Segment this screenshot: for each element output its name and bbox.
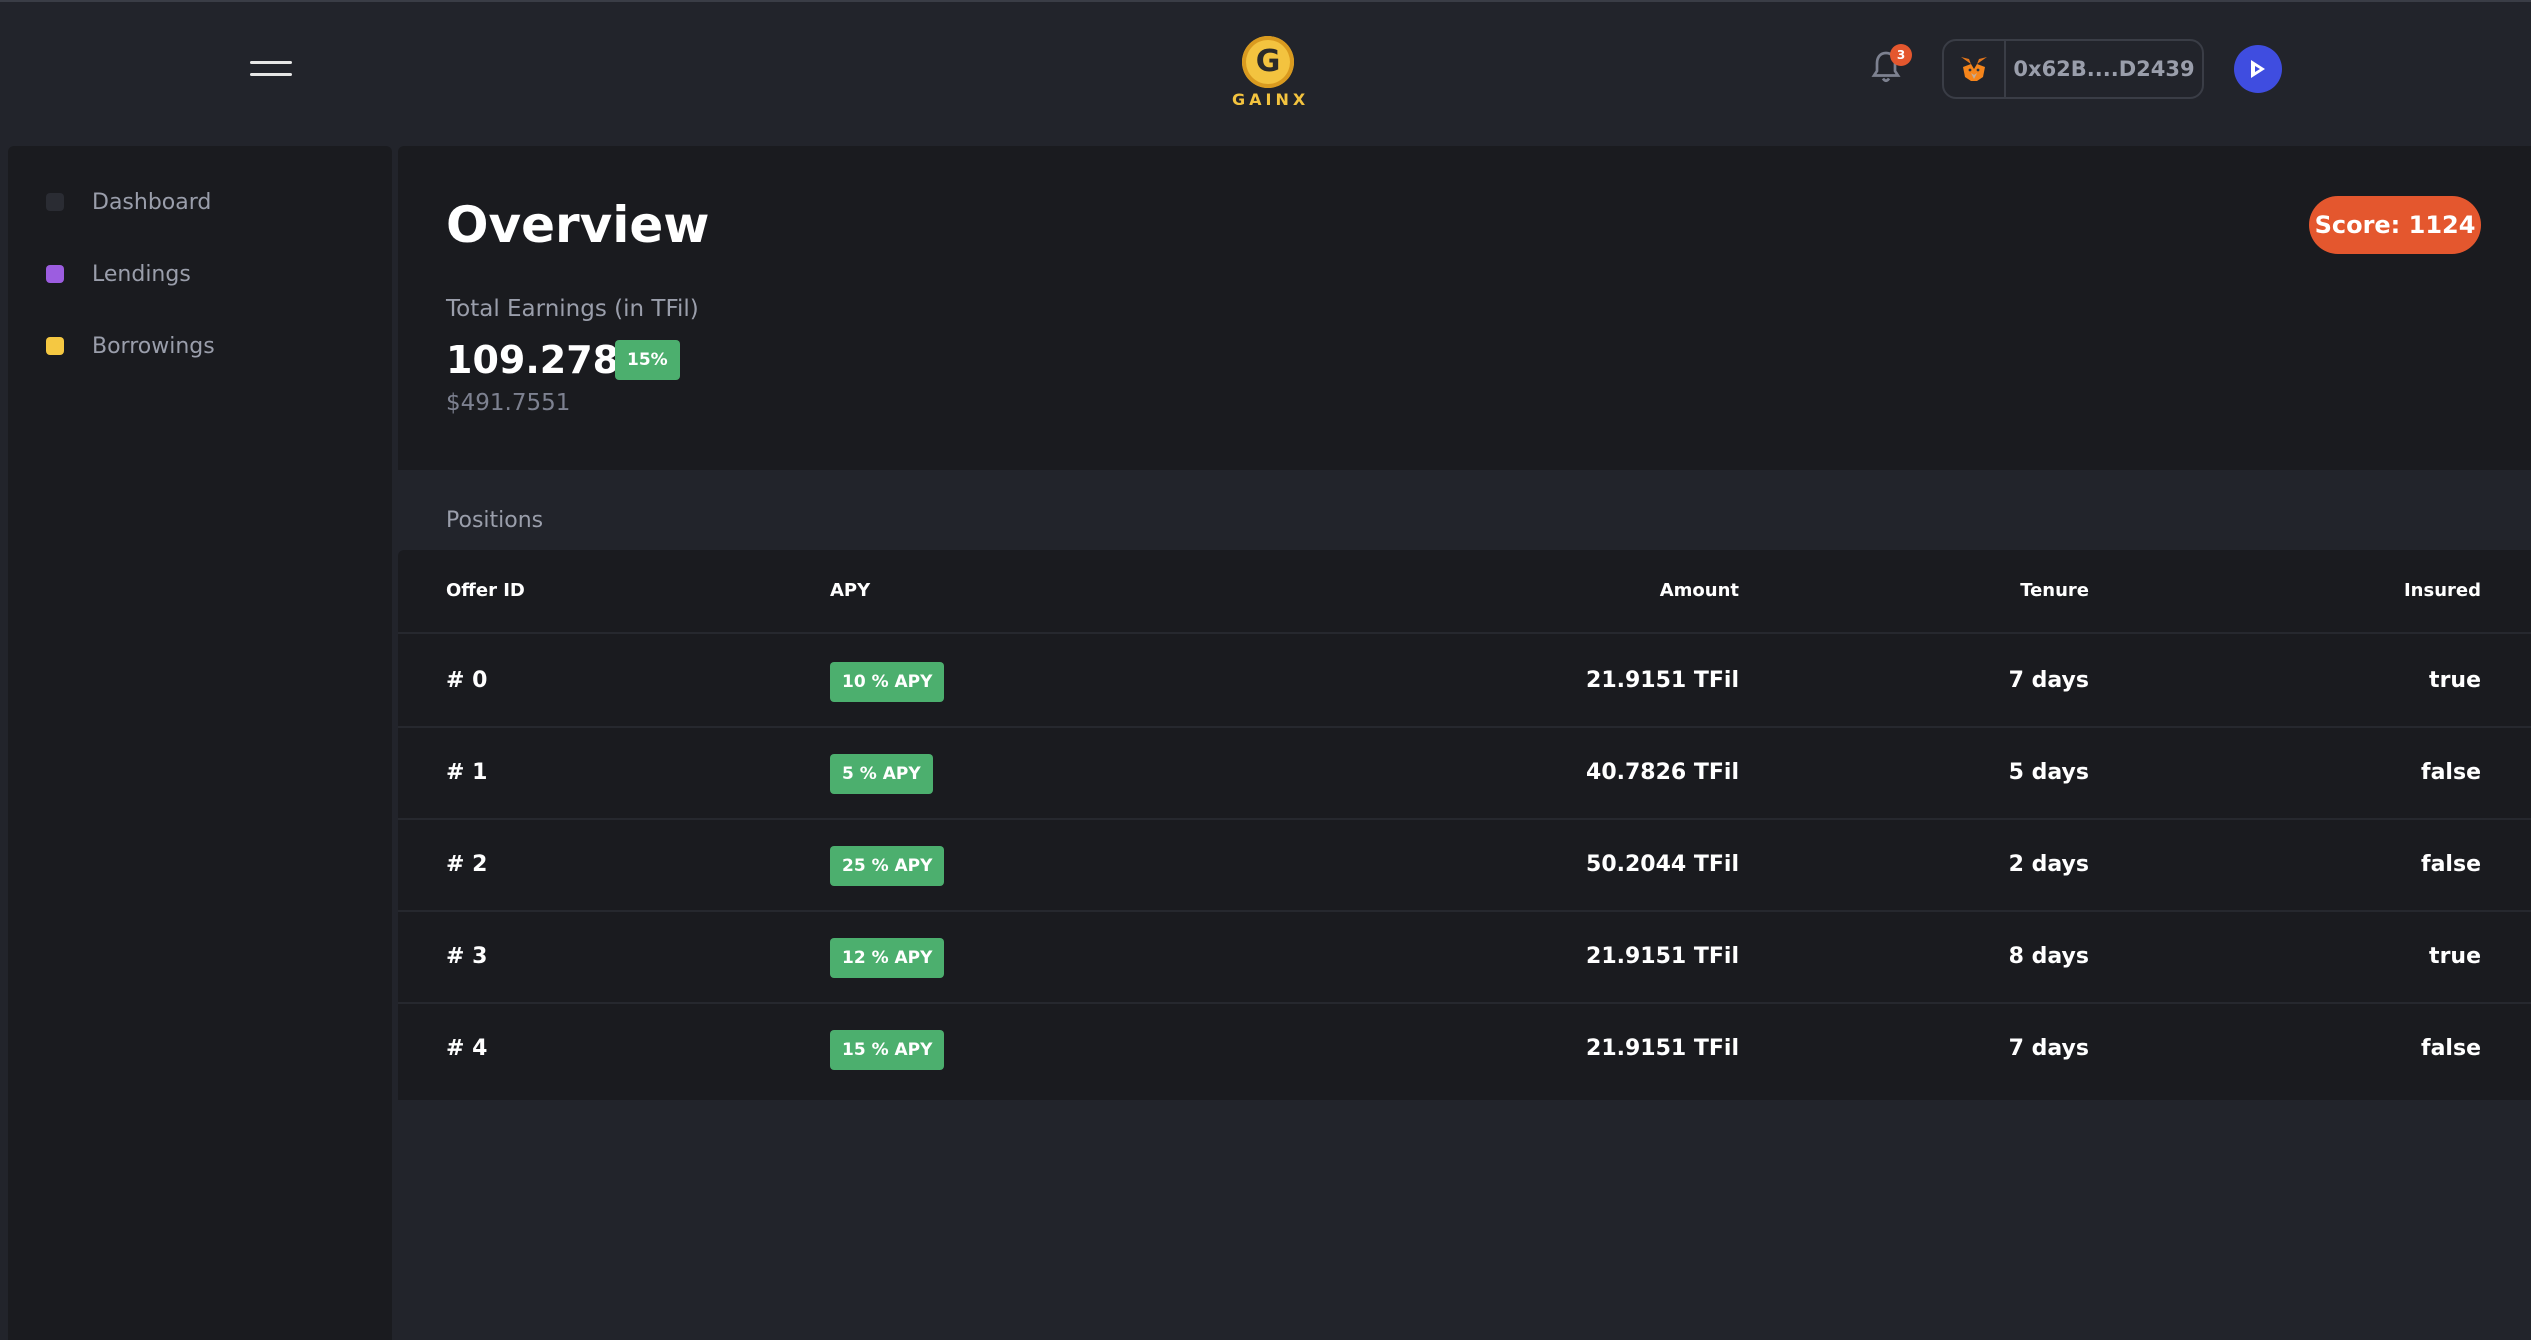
apy-badge: 10 % APY — [830, 662, 945, 702]
insured-cell: true — [2429, 944, 2481, 969]
column-header-tenure[interactable]: Tenure — [2020, 580, 2089, 601]
sidebar-item-label: Lendings — [92, 261, 191, 287]
column-header-apy[interactable]: APY — [830, 580, 870, 601]
table-header: Offer ID APY Amount Tenure Insured — [398, 550, 2531, 634]
menu-bar-bottom — [250, 73, 292, 76]
wallet-button[interactable]: 0x62B....D2439 — [1942, 39, 2204, 99]
column-header-amount[interactable]: Amount — [1660, 580, 1739, 601]
app-root: GAINX 3 0x62B....D2439 — [0, 0, 2531, 1340]
amount-cell: 21.9151 TFil — [1586, 668, 1739, 693]
apy-badge: 5 % APY — [830, 754, 933, 794]
offer-id-cell: # 3 — [446, 944, 488, 969]
tenure-cell: 5 days — [2008, 760, 2089, 785]
offer-id-cell: # 0 — [446, 668, 488, 693]
wallet-address: 0x62B....D2439 — [2013, 57, 2195, 81]
sidebar-item-dashboard[interactable]: Dashboard — [46, 182, 211, 222]
logo-coin-icon — [1242, 36, 1294, 88]
insured-cell: false — [2421, 1036, 2481, 1061]
total-earnings-label: Total Earnings (in TFil) — [446, 296, 699, 322]
table-row[interactable]: # 0 10 % APY 21.9151 TFil 7 days true — [398, 636, 2531, 728]
column-header-offer-id[interactable]: Offer ID — [446, 580, 525, 601]
apy-badge: 12 % APY — [830, 938, 945, 978]
tenure-cell: 8 days — [2008, 944, 2089, 969]
tenure-cell: 7 days — [2008, 668, 2089, 693]
borrowings-dot-icon — [46, 337, 64, 355]
amount-cell: 50.2044 TFil — [1586, 852, 1739, 877]
page-title: Overview — [446, 196, 710, 254]
amount-cell: 21.9151 TFil — [1586, 944, 1739, 969]
top-header: GAINX 3 0x62B....D2439 — [0, 2, 2531, 142]
column-header-insured[interactable]: Insured — [2404, 580, 2481, 601]
menu-bar-top — [250, 61, 292, 64]
amount-cell: 40.7826 TFil — [1586, 760, 1739, 785]
positions-table: Offer ID APY Amount Tenure Insured # 0 1… — [398, 550, 2531, 1100]
sidebar: Dashboard Lendings Borrowings — [8, 146, 392, 1340]
lendings-dot-icon — [46, 265, 64, 283]
score-button[interactable]: Score: 1124 — [2309, 196, 2481, 254]
metamask-fox-icon — [1944, 41, 2006, 97]
tenure-cell: 2 days — [2008, 852, 2089, 877]
amount-cell: 21.9151 TFil — [1586, 1036, 1739, 1061]
sidebar-item-borrowings[interactable]: Borrowings — [46, 326, 215, 366]
apy-badge: 15 % APY — [830, 1030, 945, 1070]
app-logo[interactable]: GAINX — [1232, 36, 1310, 109]
sidebar-item-lendings[interactable]: Lendings — [46, 254, 191, 294]
sidebar-item-label: Dashboard — [92, 189, 212, 215]
earnings-percent-badge: 15% — [615, 340, 680, 380]
tenure-cell: 7 days — [2008, 1036, 2089, 1061]
menu-icon[interactable] — [250, 57, 292, 81]
apy-badge: 25 % APY — [830, 846, 945, 886]
overview-card: Overview Score: 1124 Total Earnings (in … — [398, 146, 2531, 470]
sidebar-item-label: Borrowings — [92, 333, 215, 359]
insured-cell: true — [2429, 668, 2481, 693]
table-row[interactable]: # 3 12 % APY 21.9151 TFil 8 days true — [398, 912, 2531, 1004]
offer-id-cell: # 1 — [446, 760, 488, 785]
total-earnings-usd: $491.7551 — [446, 390, 571, 416]
insured-cell: false — [2421, 852, 2481, 877]
logo-text: GAINX — [1232, 90, 1310, 109]
positions-heading: Positions — [446, 508, 544, 533]
profile-avatar[interactable] — [2234, 45, 2282, 93]
offer-id-cell: # 4 — [446, 1036, 488, 1061]
profile-logo-icon — [2251, 60, 2265, 78]
table-row[interactable]: # 1 5 % APY 40.7826 TFil 5 days false — [398, 728, 2531, 820]
dashboard-dot-icon — [46, 193, 64, 211]
insured-cell: false — [2421, 760, 2481, 785]
table-row[interactable]: # 2 25 % APY 50.2044 TFil 2 days false — [398, 820, 2531, 912]
notifications-button[interactable]: 3 — [1868, 44, 1912, 90]
notification-count-badge: 3 — [1890, 44, 1912, 66]
table-row[interactable]: # 4 15 % APY 21.9151 TFil 7 days false — [398, 1004, 2531, 1096]
offer-id-cell: # 2 — [446, 852, 488, 877]
